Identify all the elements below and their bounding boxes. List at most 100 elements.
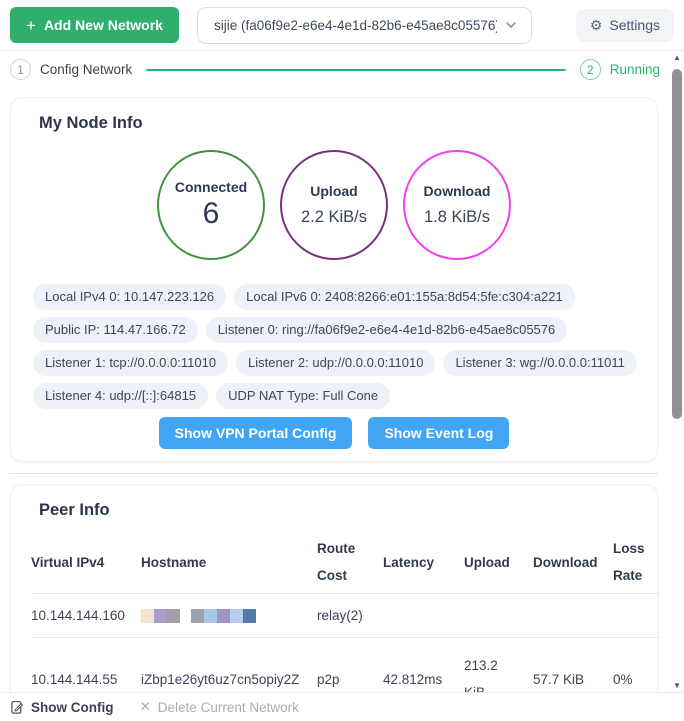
chip-listener-4: Listener 4: udp://[::]:64815 (33, 383, 208, 409)
easytier-app-window: + Add New Network sijie (fa06f9e2-e6e4-4… (0, 0, 684, 721)
peer-row: 10.144.144.55 iZbp1e26yt6uz7cn5opiy2Z p2… (31, 638, 659, 693)
download-stat-label: Download (424, 183, 491, 199)
my-node-info-title: My Node Info (31, 112, 637, 134)
chip-row: Listener 4: udp://[::]:64815 UDP NAT Typ… (33, 383, 637, 409)
chip-listener-3: Listener 3: wg://0.0.0.0:11011 (443, 350, 636, 376)
chip-local-ipv4: Local IPv4 0: 10.147.223.126 (33, 284, 226, 310)
peer-hostname-redacted (141, 594, 317, 638)
stepper-progress-line (146, 69, 565, 71)
peer-table: Virtual IPv4 Hostname Route Cost Latency… (31, 531, 659, 692)
config-file-icon (10, 700, 24, 715)
peer-hostname: iZbp1e26yt6uz7cn5opiy2Z (141, 638, 317, 693)
scrollbar-track[interactable] (670, 64, 684, 679)
scrollbar-thumb[interactable] (672, 69, 682, 419)
redacted-block (167, 609, 180, 623)
upload-stat-circle: Upload 2.2 KiB/s (280, 150, 388, 260)
col-upload: Upload (464, 531, 533, 594)
peer-virtual-ipv4: 10.144.144.55 (31, 638, 141, 693)
peer-info-card: Peer Info Virtual IPv4 Hostname Route Co… (10, 484, 658, 692)
chip-row: Local IPv4 0: 10.147.223.126 Local IPv6 … (33, 284, 637, 310)
show-event-log-button[interactable]: Show Event Log (368, 417, 509, 449)
peer-table-header-row: Virtual IPv4 Hostname Route Cost Latency… (31, 531, 659, 594)
redacted-block (217, 609, 230, 623)
main-content: 1 Config Network 2 Running My Node Info … (0, 51, 684, 692)
redacted-gap (180, 609, 191, 623)
chip-udp-nat-type: UDP NAT Type: Full Cone (216, 383, 390, 409)
scroll-up-arrow-icon[interactable]: ▲ (673, 51, 681, 64)
chevron-down-icon (505, 19, 517, 31)
connected-stat-value: 6 (203, 197, 220, 231)
step-2-number: 2 (587, 63, 594, 77)
plus-icon: + (26, 17, 36, 34)
upload-stat-label: Upload (310, 183, 357, 199)
footer-toolbar: Show Config ✕ Delete Current Network (0, 692, 684, 721)
peer-info-title: Peer Info (31, 499, 637, 521)
connected-stat-label: Connected (175, 179, 247, 195)
redacted-block (204, 609, 217, 623)
peer-loss-rate (613, 594, 659, 638)
chip-listener-1: Listener 1: tcp://0.0.0.0:11010 (33, 350, 228, 376)
show-config-button[interactable]: Show Config (10, 700, 113, 715)
col-loss-rate: Loss Rate (613, 531, 659, 594)
add-new-network-label: Add New Network (44, 17, 163, 33)
peer-virtual-ipv4: 10.144.144.160 (31, 594, 141, 638)
connected-stat-circle: Connected 6 (157, 150, 265, 260)
network-select-value: sijie (fa06f9e2-e6e4-4e1d-82b6-e45ae8c05… (214, 18, 497, 33)
step-1-number: 1 (17, 63, 24, 77)
chip-row: Listener 1: tcp://0.0.0.0:11010 Listener… (33, 350, 637, 376)
vertical-scrollbar[interactable]: ▲ ▼ (670, 51, 684, 692)
step-2-label: Running (610, 62, 660, 77)
peer-latency: 42.812ms (383, 638, 464, 693)
chip-local-ipv6: Local IPv6 0: 2408:8266:e01:155a:8d54:5f… (234, 284, 575, 310)
redacted-block (191, 609, 204, 623)
redacted-block (141, 609, 154, 623)
download-stat-value: 1.8 KiB/s (424, 208, 490, 227)
network-select-dropdown[interactable]: sijie (fa06f9e2-e6e4-4e1d-82b6-e45ae8c05… (197, 7, 532, 44)
redacted-hostname-blocks (141, 609, 311, 623)
redacted-block (230, 609, 243, 623)
download-stat-circle: Download 1.8 KiB/s (403, 150, 511, 260)
node-stats: Connected 6 Upload 2.2 KiB/s Download 1.… (31, 150, 637, 260)
col-route-cost: Route Cost (317, 531, 383, 594)
col-latency: Latency (383, 531, 464, 594)
scroll-area: 1 Config Network 2 Running My Node Info … (0, 51, 670, 692)
my-node-info-card: My Node Info Connected 6 Upload 2.2 KiB/… (10, 97, 658, 462)
redacted-block (243, 609, 256, 623)
chip-public-ip: Public IP: 114.47.166.72 (33, 317, 198, 343)
delete-current-network-button[interactable]: ✕ Delete Current Network (139, 699, 298, 715)
upload-stat-value: 2.2 KiB/s (301, 208, 367, 227)
peer-upload (464, 594, 533, 638)
step-2-circle: 2 (580, 59, 601, 80)
peer-loss-rate: 0% (613, 638, 659, 693)
chip-listener-2: Listener 2: udp://0.0.0.0:11010 (236, 350, 435, 376)
col-download: Download (533, 531, 613, 594)
settings-label: Settings (609, 17, 660, 33)
show-config-label: Show Config (31, 700, 113, 715)
node-actions: Show VPN Portal Config Show Event Log (31, 417, 637, 449)
top-toolbar: + Add New Network sijie (fa06f9e2-e6e4-4… (0, 0, 684, 51)
peer-upload: 213.2 KiB (464, 638, 533, 693)
chip-listener-0: Listener 0: ring://fa06f9e2-e6e4-4e1d-82… (206, 317, 568, 343)
step-1-label: Config Network (40, 62, 132, 77)
col-virtual-ipv4: Virtual IPv4 (31, 531, 141, 594)
peer-download: 57.7 KiB (533, 638, 613, 693)
close-icon: ✕ (139, 699, 150, 715)
peer-upload-value: 213.2 KiB (464, 652, 512, 692)
delete-network-label: Delete Current Network (158, 700, 299, 715)
gear-icon: ⚙ (590, 18, 603, 32)
add-new-network-button[interactable]: + Add New Network (10, 7, 179, 43)
peer-route-cost: p2p (317, 638, 383, 693)
step-1-circle: 1 (10, 59, 31, 80)
scroll-down-arrow-icon[interactable]: ▼ (673, 679, 681, 692)
peer-row: 10.144.144.160 (31, 594, 659, 638)
node-detail-chips: Local IPv4 0: 10.147.223.126 Local IPv6 … (31, 284, 637, 409)
peer-route-cost: relay(2) (317, 594, 383, 638)
show-vpn-portal-config-button[interactable]: Show VPN Portal Config (159, 417, 353, 449)
peer-latency (383, 594, 464, 638)
settings-button[interactable]: ⚙ Settings (576, 9, 674, 42)
redacted-block (154, 609, 167, 623)
peer-download (533, 594, 613, 638)
section-divider (10, 473, 658, 474)
network-stepper: 1 Config Network 2 Running (0, 51, 670, 88)
col-hostname: Hostname (141, 531, 317, 594)
